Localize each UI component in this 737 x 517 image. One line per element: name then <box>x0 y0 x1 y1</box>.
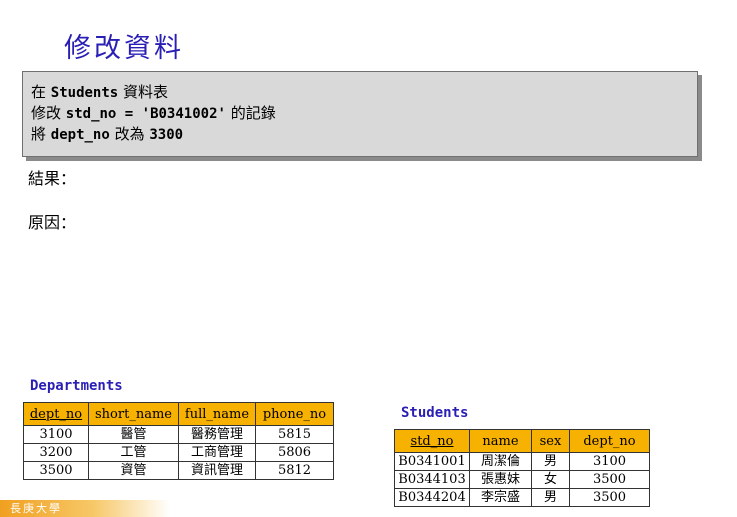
column-header: short_name <box>88 402 179 426</box>
departments-table: dept_no short_name full_name phone_no 31… <box>23 402 334 480</box>
statement-condition: std_no = 'B0341002' <box>65 106 226 122</box>
column-header: full_name <box>178 402 256 426</box>
table-row: B0344204 李宗盛 男 3500 <box>394 488 650 507</box>
table-cell: 5815 <box>255 425 334 444</box>
table-cell: B0344103 <box>394 470 470 489</box>
table-cell: B0344204 <box>394 488 470 507</box>
table-row: 3200 工管 工商管理 5806 <box>23 443 334 462</box>
students-table: std_no name sex dept_no B0341001 周潔倫 男 3… <box>394 429 650 507</box>
statement-text: 將 <box>31 125 51 143</box>
statement-text: 的記錄 <box>225 104 276 122</box>
reason-label: 原因： <box>28 213 77 232</box>
table-cell: 醫管 <box>88 425 179 444</box>
table-cell: 3200 <box>23 443 89 462</box>
statement-line-2: 修改 std_no = 'B0341002' 的記錄 <box>31 103 697 124</box>
page-title: 修改資料 <box>64 33 184 64</box>
table-cell: 3500 <box>569 488 650 507</box>
table-row: 3100 醫管 醫務管理 5815 <box>23 425 334 444</box>
departments-table-title: Departments <box>30 378 123 394</box>
table-cell: 工商管理 <box>178 443 256 462</box>
table-header-row: std_no name sex dept_no <box>394 429 650 453</box>
table-cell: 張惠妹 <box>469 470 532 489</box>
table-cell: 資訊管理 <box>178 461 256 480</box>
task-statement-box: 在 Students 資料表 修改 std_no = 'B0341002' 的記… <box>22 71 698 157</box>
table-cell: 5812 <box>255 461 334 480</box>
table-row: B0341001 周潔倫 男 3100 <box>394 452 650 471</box>
result-label: 結果： <box>28 169 77 188</box>
table-cell: 李宗盛 <box>469 488 532 507</box>
table-cell: 3500 <box>23 461 89 480</box>
table-cell: 男 <box>531 452 570 471</box>
column-header: sex <box>531 429 570 453</box>
column-header: std_no <box>394 429 470 453</box>
statement-value: 3300 <box>149 127 184 143</box>
table-cell: B0341001 <box>394 452 470 471</box>
column-header: dept_no <box>569 429 650 453</box>
table-cell: 工管 <box>88 443 179 462</box>
table-header-row: dept_no short_name full_name phone_no <box>23 402 334 426</box>
table-row: B0344103 張惠妹 女 3500 <box>394 470 650 489</box>
statement-text: 資料表 <box>118 83 168 101</box>
statement-line-1: 在 Students 資料表 <box>31 82 697 103</box>
column-header: dept_no <box>23 402 89 426</box>
university-logo: 長庚大學 <box>0 500 170 517</box>
column-header: name <box>469 429 532 453</box>
statement-column: dept_no <box>50 127 110 143</box>
table-cell: 醫務管理 <box>178 425 256 444</box>
statement-text: 修改 <box>31 104 66 122</box>
table-cell: 5806 <box>255 443 334 462</box>
column-header: phone_no <box>255 402 334 426</box>
table-cell: 3100 <box>23 425 89 444</box>
table-cell: 3100 <box>569 452 650 471</box>
table-cell: 女 <box>531 470 570 489</box>
statement-text: 改為 <box>109 125 150 143</box>
statement-line-3: 將 dept_no 改為 3300 <box>31 124 697 145</box>
table-row: 3500 資管 資訊管理 5812 <box>23 461 334 480</box>
table-cell: 資管 <box>88 461 179 480</box>
statement-table-name: Students <box>50 85 119 101</box>
table-cell: 男 <box>531 488 570 507</box>
table-cell: 3500 <box>569 470 650 489</box>
table-cell: 周潔倫 <box>469 452 532 471</box>
students-table-title: Students <box>401 405 469 421</box>
statement-text: 在 <box>31 83 51 101</box>
